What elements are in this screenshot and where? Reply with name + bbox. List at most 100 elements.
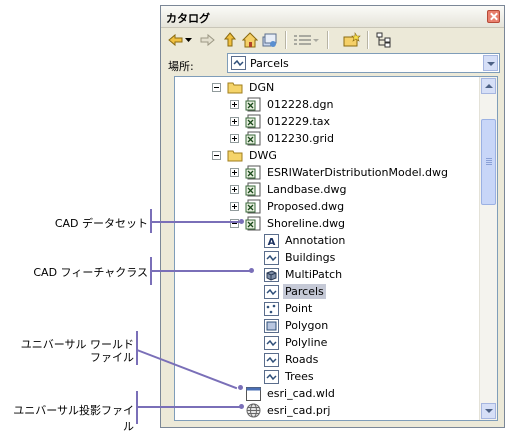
polygon-feature-icon	[263, 318, 279, 334]
tree-item-label: 012228.dgn	[267, 98, 334, 111]
folder-icon	[227, 148, 243, 164]
expand-toggle[interactable]	[230, 168, 239, 177]
cad-dataset-icon	[245, 182, 261, 198]
tree-item-label: Parcels	[283, 284, 326, 299]
tree-item-dgn-folder[interactable]: DGN	[212, 79, 276, 96]
tree-item-feature-class[interactable]: Roads	[263, 351, 320, 368]
folder-icon	[227, 80, 243, 96]
callout-line	[151, 270, 251, 272]
multipatch-icon	[263, 267, 279, 283]
tree-item-label: esri_cad.wld	[267, 387, 335, 400]
dropdown-arrow-icon[interactable]	[183, 32, 193, 48]
tree-item-cad-dataset[interactable]: 012230.grid	[230, 130, 336, 147]
tree-item-cad-dataset[interactable]: Proposed.dwg	[230, 198, 346, 215]
tree-item-shoreline-dataset[interactable]: Shoreline.dwg	[230, 215, 347, 232]
view-options-icon[interactable]	[293, 32, 319, 48]
world-file-icon	[245, 386, 261, 402]
tree-item-label: Landbase.dwg	[267, 183, 347, 196]
connect-folder-icon[interactable]	[261, 32, 279, 48]
annotation-icon: A	[263, 233, 279, 249]
title-bar[interactable]: カタログ	[161, 6, 504, 28]
tree-item-feature-class[interactable]: Polygon	[263, 317, 330, 334]
tree-item-label: MultiPatch	[285, 268, 343, 281]
tree-item-cad-dataset[interactable]: 012229.tax	[230, 113, 332, 130]
up-level-icon[interactable]	[221, 32, 239, 48]
expand-toggle[interactable]	[230, 117, 239, 126]
location-combobox[interactable]: Parcels	[227, 53, 500, 73]
expand-toggle[interactable]	[230, 202, 239, 211]
tree-item-feature-class[interactable]: Point	[263, 300, 314, 317]
tree-item-label: Point	[285, 302, 313, 315]
catalog-tree: DGN 012228.dgn 012229.tax 012230.grid DW…	[174, 76, 498, 421]
svg-text:A: A	[267, 237, 275, 248]
scroll-thumb[interactable]	[481, 119, 496, 205]
close-button[interactable]	[487, 10, 500, 23]
toolbar-separator	[367, 31, 369, 49]
tree-item-feature-class[interactable]: A Annotation	[263, 232, 347, 249]
cad-dataset-icon	[245, 216, 261, 232]
scroll-up-button[interactable]	[481, 78, 496, 94]
tree-item-label: ESRIWaterDistributionModel.dwg	[267, 166, 448, 179]
tree-item-label: DGN	[249, 81, 275, 94]
callout-dot	[239, 404, 244, 409]
tree-item-label: Buildings	[285, 251, 336, 264]
tree-item-feature-class[interactable]: Buildings	[263, 249, 337, 266]
tree-item-label: DWG	[249, 149, 277, 162]
callout-dot	[249, 268, 254, 273]
callout-dot	[239, 219, 244, 224]
location-value: Parcels	[250, 57, 289, 70]
point-feature-icon	[263, 301, 279, 317]
vertical-scrollbar[interactable]	[479, 77, 497, 420]
polyline-feature-icon	[263, 369, 279, 385]
tree-item-feature-class[interactable]: Trees	[263, 368, 316, 385]
toolbar-separator	[285, 31, 287, 49]
new-item-icon[interactable]	[343, 32, 361, 48]
cad-dataset-icon	[245, 199, 261, 215]
expand-toggle[interactable]	[230, 100, 239, 109]
tree-item-feature-class-selected[interactable]: Parcels	[263, 283, 326, 300]
catalog-window: カタログ 場所: Parcels DGN 012228.dgn 012229.t…	[160, 5, 505, 428]
callout-world-file-line2: ファイル	[90, 351, 134, 364]
tree-item-cad-dataset[interactable]: Landbase.dwg	[230, 181, 349, 198]
polyline-feature-icon	[231, 56, 246, 73]
polyline-feature-icon	[263, 335, 279, 351]
forward-arrow-icon[interactable]	[198, 32, 216, 48]
expand-toggle[interactable]	[230, 185, 239, 194]
scroll-down-button[interactable]	[481, 403, 496, 419]
projection-globe-icon	[245, 403, 261, 419]
cad-dataset-icon	[245, 97, 261, 113]
tree-item-label: Polygon	[285, 319, 329, 332]
tree-item-feature-class[interactable]: Polyline	[263, 334, 329, 351]
callout-line	[137, 406, 241, 408]
polyline-feature-icon	[263, 284, 279, 300]
tree-item-label: Shoreline.dwg	[267, 217, 346, 230]
location-dropdown-button[interactable]	[483, 55, 498, 71]
tree-options-icon[interactable]	[375, 32, 393, 48]
callout-dot	[238, 385, 243, 390]
window-title: カタログ	[166, 12, 210, 25]
tree-item-label: Annotation	[285, 234, 346, 247]
collapse-toggle[interactable]	[212, 83, 221, 92]
tree-item-label: 012229.tax	[267, 115, 331, 128]
home-icon[interactable]	[241, 32, 259, 48]
callout-cad-feature-class: CAD フィーチャクラス	[33, 266, 148, 279]
toolbar	[161, 28, 504, 52]
tree-item-cad-dataset[interactable]: ESRIWaterDistributionModel.dwg	[230, 164, 450, 181]
tree-item-cad-dataset[interactable]: 012228.dgn	[230, 96, 335, 113]
callout-cad-dataset: CAD データセット	[54, 217, 148, 230]
tree-item-label: Trees	[285, 370, 314, 383]
tree-item-dwg-folder[interactable]: DWG	[212, 147, 279, 164]
tree-item-world-file[interactable]: esri_cad.wld	[245, 385, 337, 402]
tree-item-feature-class[interactable]: MultiPatch	[263, 266, 344, 283]
callout-projection-file: ユニバーサル投影ファイル	[13, 404, 134, 433]
cad-dataset-icon	[245, 165, 261, 181]
tree-item-label: Roads	[285, 353, 319, 366]
cad-dataset-icon	[245, 131, 261, 147]
expand-toggle[interactable]	[230, 134, 239, 143]
tree-item-label: esri_cad.prj	[267, 404, 331, 417]
toolbar-separator	[327, 31, 329, 49]
tree-item-label: 012230.grid	[267, 132, 335, 145]
location-label: 場所:	[168, 60, 194, 73]
tree-item-projection-file[interactable]: esri_cad.prj	[245, 402, 332, 419]
collapse-toggle[interactable]	[212, 151, 221, 160]
